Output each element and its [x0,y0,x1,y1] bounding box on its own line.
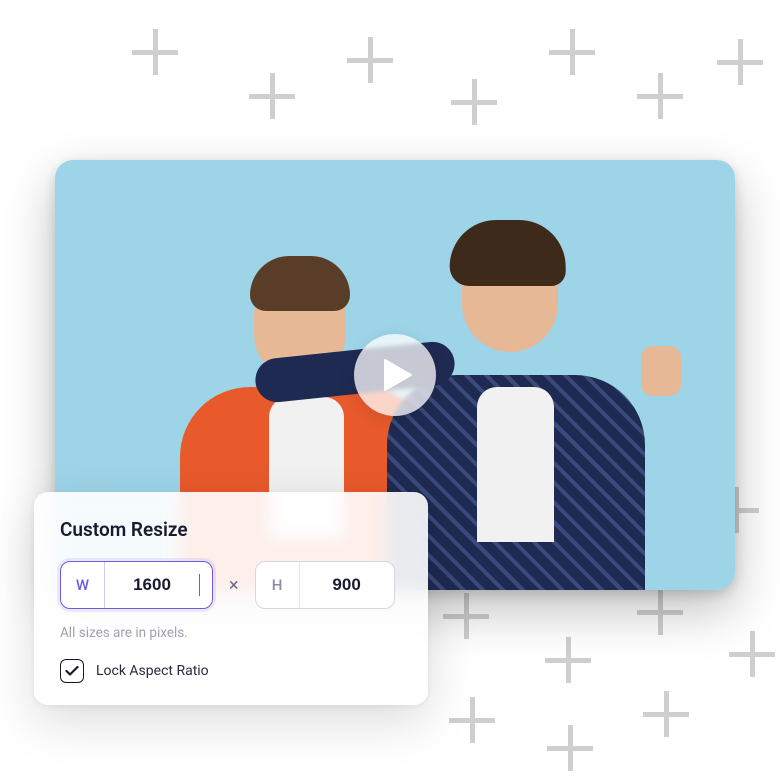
width-prefix-label: W [61,562,105,608]
lock-aspect-label: Lock Aspect Ratio [96,663,209,679]
panel-title: Custom Resize [60,518,402,541]
height-prefix-label: H [256,562,300,608]
text-caret [199,574,200,596]
height-field[interactable]: H [255,561,395,609]
width-input[interactable] [105,562,199,608]
check-icon [65,665,79,677]
dimensions-row: W × H [60,561,402,609]
play-button[interactable] [354,334,436,416]
lock-aspect-checkbox[interactable] [60,659,84,683]
height-input[interactable] [300,562,394,608]
custom-resize-panel: Custom Resize W × H All sizes are in pix… [34,492,428,705]
width-field[interactable]: W [60,561,213,609]
size-hint-text: All sizes are in pixels. [60,625,402,641]
play-icon [383,358,413,392]
lock-aspect-row: Lock Aspect Ratio [60,659,402,683]
dimension-separator: × [229,575,239,596]
